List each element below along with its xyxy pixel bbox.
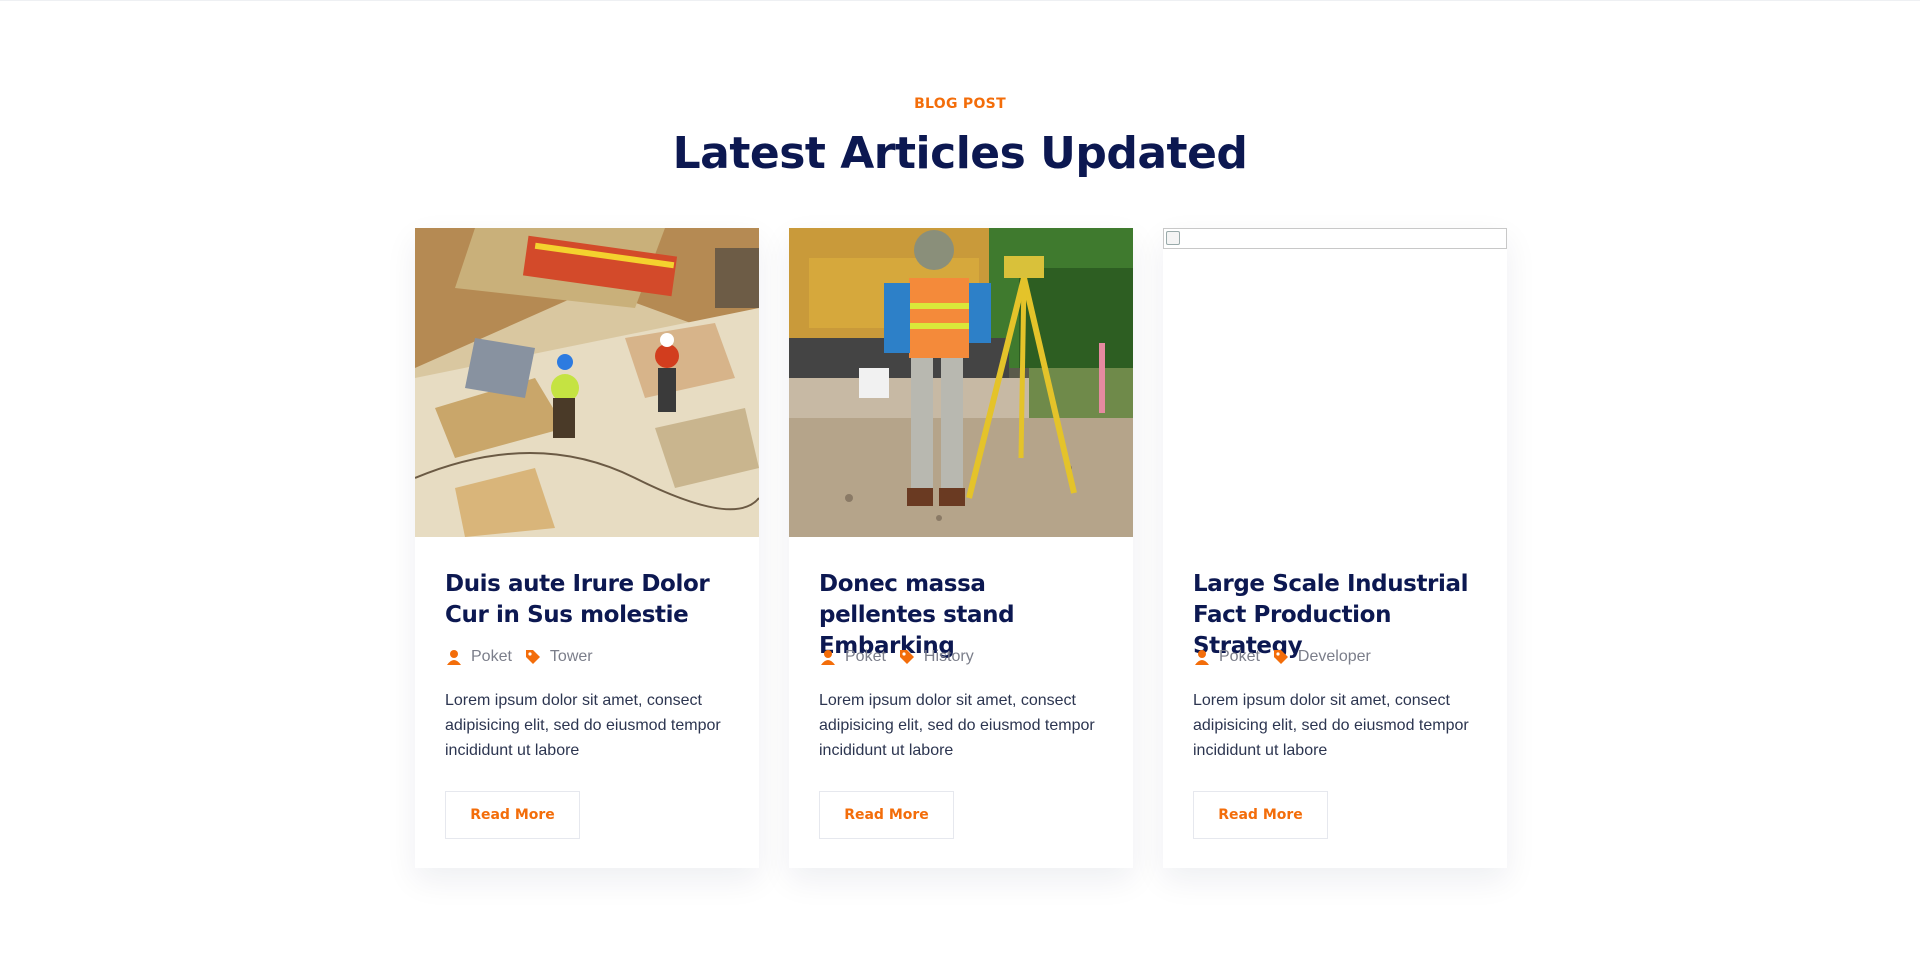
- post-author[interactable]: Poket: [1219, 648, 1260, 666]
- blog-section: BLOG POST Latest Articles Updated Duis a…: [0, 0, 1920, 966]
- blog-card: Donec massa pellentes stand Embarking Po…: [789, 228, 1133, 868]
- post-title[interactable]: Large Scale Industrial Fact Production S…: [1193, 569, 1477, 659]
- post-tag[interactable]: Tower: [550, 648, 593, 666]
- read-more-button[interactable]: Read More: [1193, 791, 1328, 839]
- post-thumbnail[interactable]: [789, 228, 1133, 537]
- top-divider: [0, 0, 1920, 1]
- post-tag[interactable]: Developer: [1298, 648, 1371, 666]
- section-eyebrow: BLOG POST: [914, 96, 1006, 112]
- post-title[interactable]: Donec massa pellentes stand Embarking: [819, 569, 1103, 659]
- post-excerpt: Lorem ipsum dolor sit amet, consect adip…: [1193, 692, 1469, 759]
- blog-card: Duis aute Irure Dolor Cur in Sus molesti…: [415, 228, 759, 868]
- read-more-button[interactable]: Read More: [819, 791, 954, 839]
- post-author[interactable]: Poket: [845, 648, 886, 666]
- section-heading: Latest Articles Updated: [672, 128, 1248, 179]
- blog-card: Large Scale Industrial Fact Production S…: [1163, 228, 1507, 868]
- tag-icon: [898, 648, 916, 666]
- post-thumbnail[interactable]: [415, 228, 759, 537]
- blog-cards: Duis aute Irure Dolor Cur in Sus molesti…: [415, 228, 1507, 868]
- broken-image-icon: [1163, 228, 1507, 249]
- post-meta: Poket Developer: [1193, 646, 1477, 668]
- post-meta: Poket Tower: [445, 646, 729, 668]
- user-icon: [1193, 648, 1211, 666]
- post-author[interactable]: Poket: [471, 648, 512, 666]
- read-more-button[interactable]: Read More: [445, 791, 580, 839]
- post-excerpt: Lorem ipsum dolor sit amet, consect adip…: [819, 692, 1095, 759]
- post-tag[interactable]: History: [924, 648, 974, 666]
- tag-icon: [524, 648, 542, 666]
- post-excerpt: Lorem ipsum dolor sit amet, consect adip…: [445, 692, 721, 759]
- tag-icon: [1272, 648, 1290, 666]
- surveyor-tripod-image: [789, 228, 1133, 537]
- post-meta: Poket History: [819, 646, 1103, 668]
- user-icon: [819, 648, 837, 666]
- user-icon: [445, 648, 463, 666]
- construction-workers-image: [415, 228, 759, 537]
- post-thumbnail[interactable]: [1163, 228, 1507, 537]
- post-title[interactable]: Duis aute Irure Dolor Cur in Sus molesti…: [445, 569, 729, 631]
